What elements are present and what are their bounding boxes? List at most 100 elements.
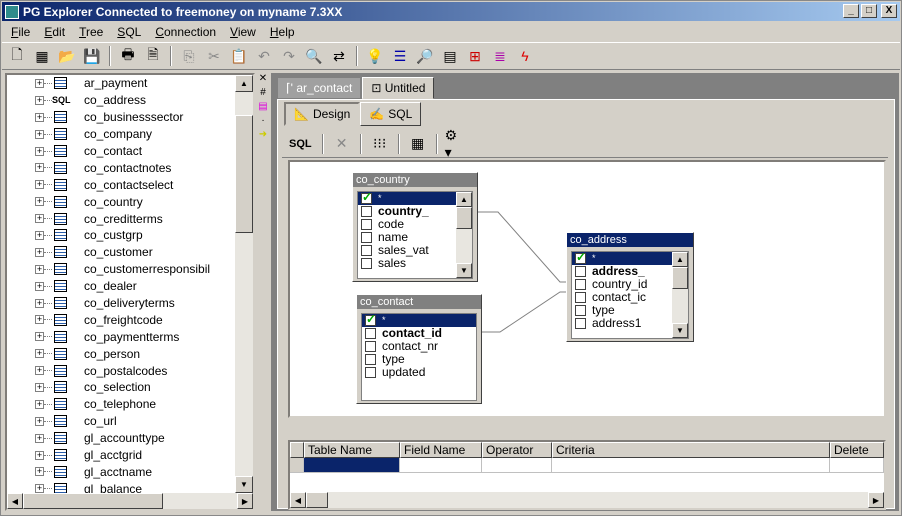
tab-ar-contact[interactable]: ⌈' ar_contact [277,77,362,99]
close-button[interactable]: X [881,4,897,18]
menu-file[interactable]: File [4,25,37,39]
expand-icon[interactable]: + [35,416,44,426]
expand-icon[interactable]: + [35,230,44,240]
field-checkbox[interactable] [361,232,372,243]
grid-cell[interactable] [830,458,884,473]
print-icon[interactable]: 🖶 [117,45,139,67]
scroll-down-arrow[interactable]: ▼ [235,476,253,493]
field-checkbox[interactable] [361,192,372,204]
tree-item-co_contact[interactable]: + co_contact [7,143,235,160]
function-icon[interactable]: ϟ [514,45,536,67]
paste-icon[interactable]: 📋 [228,45,250,67]
form-icon[interactable]: ▤ [439,45,461,67]
field-checkbox[interactable] [365,354,376,365]
tree-item-co_country[interactable]: + co_country [7,193,235,210]
expand-icon[interactable]: + [35,382,44,392]
arrow-icon[interactable]: ➜ [256,129,270,143]
tree-item-co_deliveryterms[interactable]: + co_deliveryterms [7,295,235,312]
expand-icon[interactable]: + [35,95,44,105]
view-icon[interactable]: 🔎 [414,45,436,67]
column-header[interactable]: Delete [830,442,884,458]
field-row[interactable]: code [358,218,472,231]
tree-item-co_creditterms[interactable]: + co_creditterms [7,210,235,227]
column-header[interactable]: Field Name [400,442,482,458]
tree-item-co_url[interactable]: + co_url [7,413,235,430]
schema-icon[interactable]: ⊞ [464,45,486,67]
expand-icon[interactable]: + [35,315,44,325]
expand-icon[interactable]: + [35,112,44,122]
db-icon[interactable]: ▦ [31,45,53,67]
table-icon[interactable]: ☰ [389,45,411,67]
tree-item-co_customerresponsibil[interactable]: + co_customerresponsibil [7,261,235,278]
tree-item-co_paymentterms[interactable]: + co_paymentterms [7,328,235,345]
close-panel-icon[interactable]: ✕ [256,73,270,87]
grid-cell-selected[interactable] [304,458,400,473]
options-icon[interactable]: ⚙ ▾ [445,127,467,160]
tree-item-co_freightcode[interactable]: + co_freightcode [7,311,235,328]
design-tab[interactable]: 📐 Design [284,102,361,126]
tree-item-co_company[interactable]: + co_company [7,126,235,143]
grid-cell[interactable] [482,458,552,473]
hint-icon[interactable]: 💡 [364,45,386,67]
tree-item-co_custgrp[interactable]: + co_custgrp [7,227,235,244]
grid-cell[interactable] [400,458,482,473]
tree-item-co_address[interactable]: + SQL co_address [7,92,235,109]
menu-view[interactable]: View [223,25,263,39]
menu-edit[interactable]: Edit [37,25,72,39]
field-row[interactable]: contact_ic [572,291,688,304]
tree-item-co_contactselect[interactable]: + co_contactselect [7,176,235,193]
field-checkbox[interactable] [575,318,586,329]
expand-icon[interactable]: + [35,163,44,173]
field-checkbox[interactable] [361,219,372,230]
scroll-left-arrow[interactable]: ◀ [7,493,23,509]
tree-item-co_telephone[interactable]: + co_telephone [7,396,235,413]
field-row[interactable]: sales_vat [358,244,472,257]
field-row[interactable]: country_ [358,205,472,218]
sql-tab[interactable]: ✍ SQL [360,102,422,126]
expand-icon[interactable]: + [35,433,44,443]
field-checkbox[interactable] [365,328,376,339]
redo-icon[interactable]: ↷ [278,45,300,67]
table-scrollbar[interactable]: ▲ ▼ [456,192,472,278]
field-checkbox[interactable] [575,292,586,303]
field-row[interactable]: updated [362,366,476,379]
expand-icon[interactable]: + [35,349,44,359]
field-row[interactable]: sales [358,257,472,270]
field-row[interactable]: contact_nr [362,340,476,353]
expand-icon[interactable]: + [35,467,44,477]
tree-item-co_businesssector[interactable]: + co_businesssector [7,109,235,126]
field-checkbox[interactable] [361,258,372,269]
menu-connection[interactable]: Connection [148,25,223,39]
column-header[interactable]: Operator [482,442,552,458]
tree-item-co_selection[interactable]: + co_selection [7,379,235,396]
sql-button[interactable]: SQL [286,138,315,150]
field-row[interactable]: address1 [572,317,688,330]
expand-icon[interactable]: + [35,366,44,376]
menu-tree[interactable]: Tree [72,25,110,39]
preview-icon[interactable]: 🗎 [142,45,164,67]
field-checkbox[interactable] [361,245,372,256]
scroll-thumb[interactable] [456,207,472,229]
scroll-left-arrow[interactable]: ◀ [290,492,306,508]
grid-horizontal-scrollbar[interactable]: ◀ ▶ [290,492,884,508]
tree-item-co_postalcodes[interactable]: + co_postalcodes [7,362,235,379]
column-header[interactable]: Criteria [552,442,830,458]
tree-item-co_dealer[interactable]: + co_dealer [7,278,235,295]
dot-icon[interactable]: · [256,115,270,129]
hash-icon[interactable]: # [256,87,270,101]
expand-icon[interactable]: + [35,247,44,257]
undo-icon[interactable]: ↶ [253,45,275,67]
tree-item-co_customer[interactable]: + co_customer [7,244,235,261]
tree-item-co_contactnotes[interactable]: + co_contactnotes [7,159,235,176]
doc-icon[interactable]: ▤ [256,101,270,115]
field-checkbox[interactable] [365,367,376,378]
expand-icon[interactable]: + [35,298,44,308]
table-box-co-address[interactable]: co_address *address_country_idcontact_ic… [566,232,694,342]
title-bar[interactable]: PG Explorer Connected to freemoney on my… [2,2,900,21]
expand-icon[interactable]: + [35,129,44,139]
scroll-up-arrow[interactable]: ▲ [235,75,253,92]
expand-icon[interactable]: + [35,78,44,88]
grid-icon[interactable]: ⁝⁝⁝ [369,133,391,155]
field-checkbox[interactable] [575,252,586,264]
tree-item-co_person[interactable]: + co_person [7,345,235,362]
